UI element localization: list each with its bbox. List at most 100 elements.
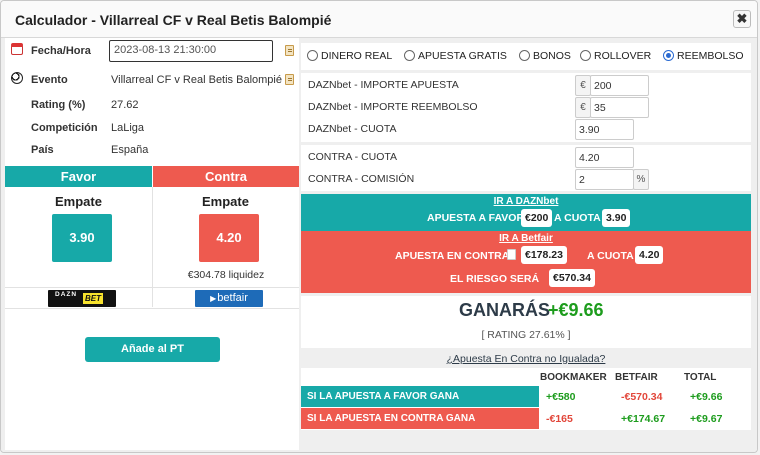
favor-odds-box[interactable]: 3.90 [52, 214, 112, 262]
country-row: País España [5, 139, 299, 161]
favor-header: Favor [5, 166, 152, 187]
date-label: Fecha/Hora [31, 45, 91, 57]
result-rating: [ RATING 27.61% ] [481, 329, 571, 341]
stake-input[interactable]: 200 [590, 75, 649, 96]
dazn-logo-badge: BET [83, 293, 103, 304]
bookmaker-value: +€580 [546, 391, 576, 403]
mode-label: APUESTA GRATIS [418, 50, 507, 62]
go-to-daznbet-link[interactable]: IR A DAZNbet [301, 196, 751, 207]
date-row: Fecha/Hora 2023-08-13 21:30:00 [5, 40, 299, 62]
outcome-label: SI LA APUESTA EN CONTRA GANA [301, 408, 539, 429]
refund-label: DAZNbet - IMPORTE REEMBOLSO [308, 101, 478, 113]
calendar-icon [11, 43, 23, 55]
lay-odds-text: A CUOTA [587, 250, 634, 262]
table-row: SI LA APUESTA A FAVOR GANA +€580 -€570.3… [301, 386, 751, 407]
copy-icon[interactable] [285, 45, 294, 56]
lay-instruction-band: IR A Betfair APUESTA EN CONTRA €178.23 A… [301, 231, 751, 293]
radio-icon[interactable] [519, 50, 530, 61]
match-panel: Fecha/Hora 2023-08-13 21:30:00 Evento Vi… [5, 38, 299, 450]
outcomes-table: BOOKMAKER BETFAIR TOTAL SI LA APUESTA A … [301, 368, 751, 430]
betfair-arrow-icon: ▶ [210, 294, 217, 303]
bookmaker-value: -€165 [546, 413, 573, 425]
bookmaker-params: DAZNbet - IMPORTE APUESTA € 200 DAZNbet … [301, 73, 751, 142]
column-header-total: TOTAL [684, 372, 717, 383]
copy-icon[interactable] [285, 74, 294, 85]
contra-selection: Empate [202, 194, 249, 209]
lay-odds-label: CONTRA - CUOTA [308, 151, 398, 163]
go-to-betfair-link[interactable]: IR A Betfair [301, 233, 751, 244]
profit-result: GANARÁS +€9.66 [ RATING 27.61% ] [301, 296, 751, 348]
contra-odds-box[interactable]: 4.20 [199, 214, 259, 262]
dazn-logo-text: DAZN [55, 291, 78, 298]
daznbet-logo[interactable]: DAZN BET [48, 290, 116, 307]
mode-label: DINERO REAL [321, 50, 393, 62]
modal-header: Calculador - Villarreal CF v Real Betis … [1, 1, 757, 38]
competition-value: LaLiga [111, 122, 145, 134]
table-row: SI LA APUESTA EN CONTRA GANA -€165 +€174… [301, 408, 751, 429]
total-value: +€9.66 [690, 391, 723, 403]
betfair-value: +€174.67 [621, 413, 666, 425]
liquidity-text: €304.78 liquidez [187, 269, 265, 281]
betfair-logo-text: betfair [217, 292, 248, 304]
back-bet-text: APUESTA A FAVOR [427, 212, 525, 224]
risk-pill: €570.34 [549, 269, 595, 287]
rating-value: 27.62 [111, 99, 139, 111]
country-value: España [111, 144, 149, 156]
commission-input[interactable]: 2 [575, 169, 634, 190]
copy-icon[interactable] [507, 249, 516, 260]
event-label: Evento [31, 74, 68, 86]
lay-odds-input[interactable]: 4.20 [575, 147, 634, 168]
profit-value: +€9.66 [548, 300, 604, 320]
favor-selection: Empate [55, 194, 102, 209]
back-instruction-band: IR A DAZNbet APUESTA A FAVOR €200 A CUOT… [301, 194, 751, 231]
refund-currency: € [575, 97, 591, 118]
modal-title: Calculador - Villarreal CF v Real Betis … [15, 12, 332, 28]
betfair-value: -€570.34 [621, 391, 663, 403]
mode-label: BONOS [533, 50, 571, 62]
exchange-params: CONTRA - CUOTA 4.20 CONTRA - COMISIÓN 2 … [301, 145, 751, 191]
rating-label: Rating (%) [31, 99, 86, 111]
stake-label: DAZNbet - IMPORTE APUESTA [308, 79, 459, 91]
radio-icon[interactable] [580, 50, 591, 61]
country-label: País [31, 144, 54, 156]
radio-icon[interactable] [404, 50, 415, 61]
commission-unit: % [633, 169, 649, 190]
profit-label: GANARÁS [459, 300, 551, 320]
close-button[interactable]: ✖ [733, 10, 751, 28]
outcome-label: SI LA APUESTA A FAVOR GANA [301, 386, 539, 407]
column-header-bookmaker: BOOKMAKER [540, 372, 607, 383]
back-odds-pill: 3.90 [602, 209, 631, 227]
competition-row: Competición LaLiga [5, 117, 299, 139]
back-stake-pill: €200 [521, 209, 553, 227]
back-odds-text: A CUOTA [554, 212, 601, 224]
back-odds-input[interactable]: 3.90 [575, 119, 634, 140]
lay-stake-pill: €178.23 [521, 246, 567, 264]
radio-icon[interactable] [307, 50, 318, 61]
lay-bet-text: APUESTA EN CONTRA [395, 250, 510, 262]
commission-label: CONTRA - COMISIÓN [308, 173, 415, 185]
mode-label: ROLLOVER [594, 50, 652, 62]
modal-body: Fecha/Hora 2023-08-13 21:30:00 Evento Vi… [1, 38, 757, 452]
rating-row: Rating (%) 27.62 [5, 94, 299, 116]
mode-selector: DINERO REAL APUESTA GRATIS BONOS ROLLOVE… [301, 43, 751, 70]
lay-odds-pill: 4.20 [635, 246, 664, 264]
add-to-pt-button[interactable]: Añade al PT [85, 337, 220, 362]
radio-icon[interactable] [663, 50, 674, 61]
unmatched-lay-link[interactable]: ¿Apuesta En Contra no Igualada? [301, 353, 751, 365]
back-odds-label: DAZNbet - CUOTA [308, 123, 397, 135]
total-value: +€9.67 [690, 413, 723, 425]
calculator-modal: Calculador - Villarreal CF v Real Betis … [0, 0, 758, 453]
event-value: Villarreal CF v Real Betis Balompié [111, 74, 282, 86]
divider [5, 287, 299, 288]
stake-currency: € [575, 75, 591, 96]
mode-label: REEMBOLSO [677, 50, 744, 62]
event-row: Evento Villarreal CF v Real Betis Balomp… [5, 69, 299, 91]
refund-input[interactable]: 35 [590, 97, 649, 118]
date-input[interactable]: 2023-08-13 21:30:00 [109, 40, 273, 62]
football-icon [11, 72, 23, 84]
column-header-betfair: BETFAIR [615, 372, 658, 383]
competition-label: Competición [31, 122, 98, 134]
contra-header: Contra [153, 166, 299, 187]
betfair-logo[interactable]: ▶betfair [195, 290, 263, 307]
risk-text: EL RIESGO SERÁ [450, 273, 540, 285]
